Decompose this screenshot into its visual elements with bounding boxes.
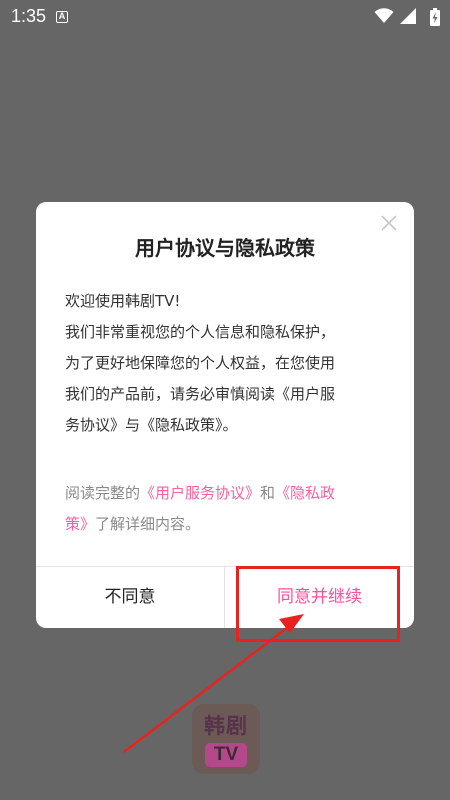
read-prefix: 阅读完整的 — [65, 484, 141, 502]
read-more-paragraph: 阅读完整的《用户服务协议》和《隐私政策》了解详细内容。 — [65, 478, 395, 540]
status-time: 1:35 — [11, 6, 47, 26]
agree-continue-button[interactable]: 同意并继续 — [225, 567, 414, 628]
a-notification-icon: A — [56, 11, 68, 23]
status-bar: 1:35 A — [0, 0, 450, 34]
app-logo: 韩剧 TV — [192, 704, 260, 774]
dialog-title: 用户协议与隐私政策 — [135, 236, 315, 260]
dialog-body: 欢迎使用韩剧TV! 我们非常重视您的个人信息和隐私保护， 为了更好地保障您的个人… — [65, 286, 395, 441]
dialog-body-line: 务协议》与《隐私政策》。 — [65, 416, 238, 434]
app-logo-text: 韩剧 — [204, 714, 248, 738]
battery-icon — [430, 8, 440, 26]
dialog-body-line: 我们的产品前，请务必审慎阅读《用户服 — [65, 385, 336, 403]
privacy-policy-link[interactable]: 《隐私政 — [275, 484, 335, 502]
agreement-dialog: 用户协议与隐私政策 欢迎使用韩剧TV! 我们非常重视您的个人信息和隐私保护， 为… — [36, 202, 414, 628]
dialog-body-line: 我们非常重视您的个人信息和隐私保护， — [65, 323, 336, 341]
disagree-button[interactable]: 不同意 — [36, 567, 224, 628]
signal-icon — [400, 8, 416, 24]
read-suffix: 了解详细内容。 — [95, 515, 201, 533]
dialog-body-line: 为了更好地保障您的个人权益，在您使用 — [65, 354, 336, 372]
app-logo-badge: TV — [205, 743, 247, 767]
read-and: 和 — [260, 484, 276, 502]
dialog-greeting: 欢迎使用韩剧TV! — [65, 292, 181, 310]
privacy-policy-link[interactable]: 策》 — [65, 515, 95, 533]
user-agreement-link[interactable]: 《用户服务协议》 — [140, 484, 260, 502]
wifi-icon — [374, 8, 394, 23]
